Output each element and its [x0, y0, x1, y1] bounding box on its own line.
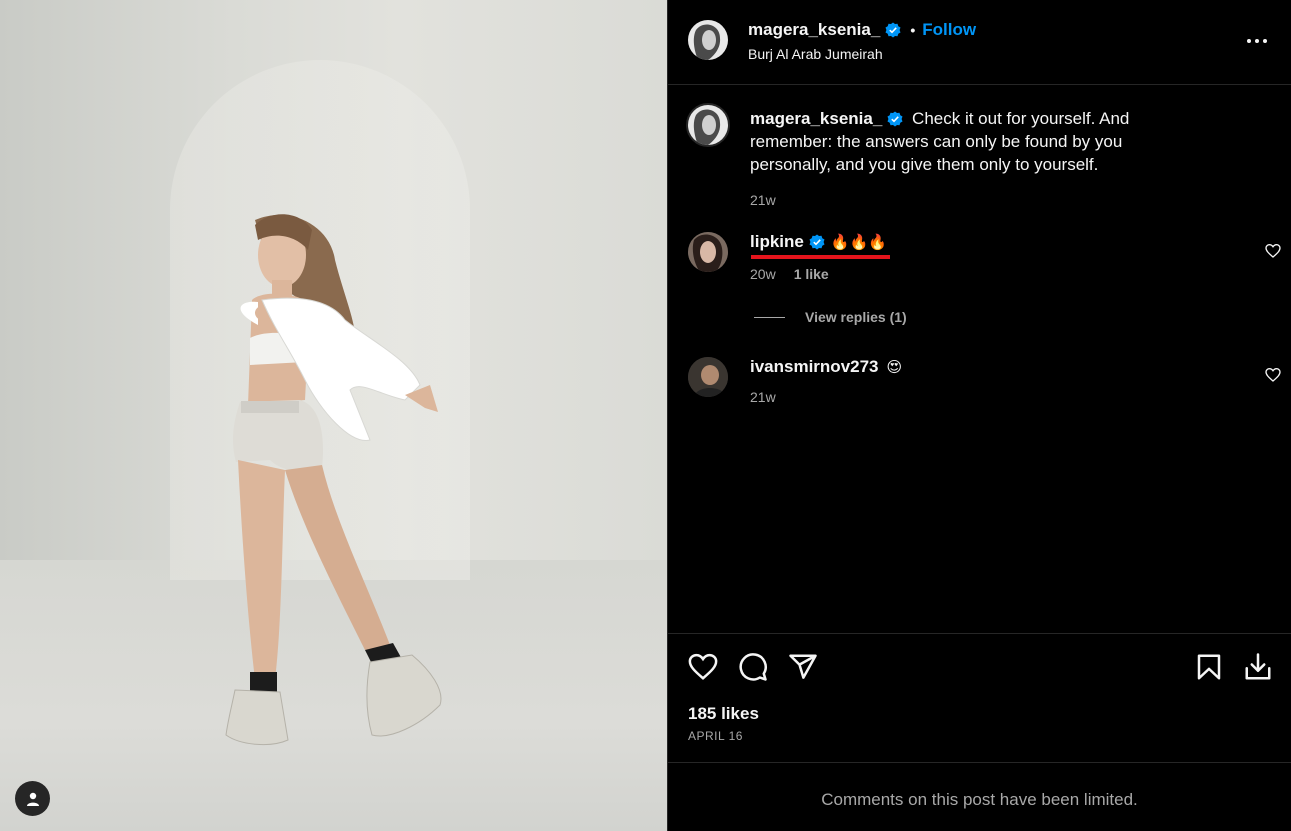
avatar-image — [688, 20, 728, 60]
model-figure — [225, 214, 442, 745]
verified-badge-icon — [885, 22, 901, 38]
caption: magera_ksenia_ Check it out for yourself… — [750, 107, 1190, 212]
separator-dot: • — [910, 22, 916, 38]
avatar-image — [688, 232, 728, 272]
download-icon[interactable] — [1243, 652, 1273, 682]
comment-meta: 20w 1 like — [750, 266, 829, 282]
comment-text: 🔥🔥🔥 — [830, 234, 887, 251]
comment-username[interactable]: lipkine — [750, 232, 804, 252]
caption-time[interactable]: 21w — [750, 189, 1190, 212]
more-icon[interactable] — [1246, 30, 1268, 52]
view-replies-label: View replies (1) — [805, 309, 907, 325]
author-username[interactable]: magera_ksenia_ — [748, 20, 880, 40]
post-image[interactable] — [0, 0, 667, 831]
comment-likes[interactable]: 1 like — [794, 266, 829, 282]
commenter-avatar[interactable] — [688, 357, 728, 397]
post-panel: magera_ksenia_ • Follow Burj Al Arab Jum… — [667, 0, 1291, 831]
author-avatar[interactable] — [688, 20, 728, 60]
author-line: magera_ksenia_ • Follow — [748, 20, 976, 40]
person-icon — [26, 792, 39, 806]
highlight-underline — [751, 255, 890, 259]
likes-count[interactable]: 185 likes — [688, 704, 759, 724]
action-bar: 185 likes APRIL 16 — [668, 633, 1291, 763]
comment-username[interactable]: ivansmirnov273 — [750, 357, 879, 377]
comments-limited-bar: Comments on this post have been limited. — [668, 762, 1291, 831]
verified-badge-icon — [887, 111, 903, 126]
comment-line: lipkine 🔥🔥🔥 — [750, 232, 887, 252]
comment-heart-icon[interactable] — [1265, 243, 1281, 259]
comment-text: 😍 — [886, 359, 903, 376]
comment-time[interactable]: 20w — [750, 266, 776, 282]
commenter-avatar[interactable] — [688, 232, 728, 272]
comment-item: ivansmirnov273 😍 21w — [688, 357, 1288, 417]
avatar-image — [688, 105, 728, 145]
heart-icon[interactable] — [688, 652, 718, 682]
comment-line: ivansmirnov273 😍 — [750, 357, 902, 377]
avatar-image — [688, 357, 728, 397]
caption-username[interactable]: magera_ksenia_ — [750, 107, 882, 130]
follow-button[interactable]: Follow — [922, 20, 976, 40]
comment-time[interactable]: 21w — [750, 389, 776, 405]
post-location[interactable]: Burj Al Arab Jumeirah — [748, 46, 883, 62]
comment-meta: 21w — [750, 389, 776, 405]
profile-button[interactable] — [15, 781, 50, 816]
comment-icon[interactable] — [738, 652, 768, 682]
caption-avatar[interactable] — [686, 103, 730, 147]
post-date[interactable]: APRIL 16 — [688, 729, 743, 743]
verified-badge-icon — [809, 234, 825, 250]
comments-limited-notice: Comments on this post have been limited. — [821, 790, 1138, 809]
send-icon[interactable] — [788, 652, 818, 682]
post-header: magera_ksenia_ • Follow Burj Al Arab Jum… — [668, 0, 1291, 85]
comment-item: lipkine 🔥🔥🔥 20w 1 like — [688, 232, 1288, 292]
bookmark-icon[interactable] — [1194, 652, 1224, 682]
comment-heart-icon[interactable] — [1265, 367, 1281, 383]
view-replies-button[interactable]: View replies (1) — [754, 309, 907, 325]
replies-line — [754, 316, 785, 318]
